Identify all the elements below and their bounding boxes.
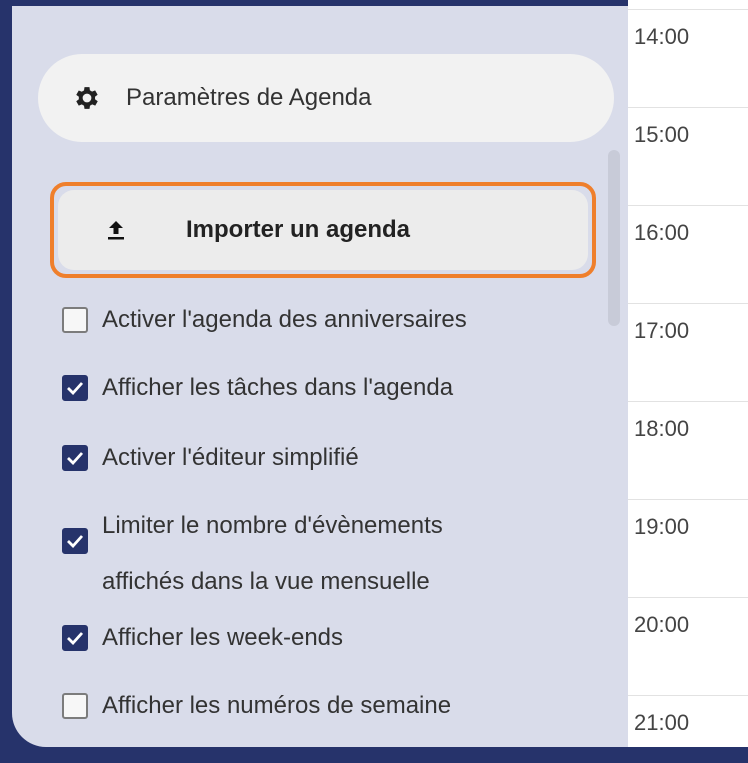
checkbox-checked[interactable] [62, 625, 88, 651]
option-label-line2: affichés dans la vue mensuelle [102, 568, 430, 595]
option-label: Afficher les tâches dans l'agenda [102, 374, 454, 401]
sidebar-scrollbar[interactable] [608, 150, 620, 326]
hour-label: 16:00 [634, 220, 690, 245]
hour-label: 17:00 [634, 318, 690, 343]
hour-divider [628, 401, 748, 402]
calendar-settings-button[interactable]: Paramètres de Agenda [38, 54, 614, 142]
bottom-frame [628, 747, 748, 763]
import-calendar-button[interactable]: Importer un agenda [58, 190, 588, 270]
upload-icon [104, 218, 128, 242]
checkmark-icon [67, 382, 84, 395]
hour-divider [628, 205, 748, 206]
hour-divider [628, 695, 748, 696]
checkbox-checked[interactable] [62, 445, 88, 471]
option-limit-events[interactable]: Limiter le nombre d'évènements affichés … [62, 498, 443, 610]
calendar-time-column[interactable]: 14:00 15:00 16:00 17:00 18:00 19:00 20:0… [628, 0, 748, 763]
option-label-line1: Limiter le nombre d'évènements [102, 512, 443, 539]
option-label: Activer l'éditeur simplifié [102, 444, 359, 471]
hour-label: 14:00 [634, 24, 690, 49]
hour-divider [628, 597, 748, 598]
gear-icon [72, 83, 102, 113]
option-label: Afficher les numéros de semaine [102, 692, 452, 719]
checkmark-icon [67, 452, 84, 465]
option-birthday-calendar[interactable]: Activer l'agenda des anniversaires [62, 306, 467, 334]
checkbox-checked[interactable] [62, 375, 88, 401]
option-show-weekends[interactable]: Afficher les week-ends [62, 624, 343, 652]
calendar-settings-label: Paramètres de Agenda [126, 84, 372, 111]
checkbox-unchecked[interactable] [62, 693, 88, 719]
option-label: Activer l'agenda des anniversaires [102, 306, 467, 333]
hour-divider [628, 499, 748, 500]
hour-label: 15:00 [634, 122, 690, 147]
checkmark-icon [67, 632, 84, 645]
hour-label: 21:00 [634, 710, 690, 735]
option-label: Afficher les week-ends [102, 624, 344, 651]
checkbox-checked[interactable] [62, 528, 88, 554]
checkbox-unchecked[interactable] [62, 307, 88, 333]
calendar-settings-panel: Paramètres de Agenda Importer un agenda … [12, 6, 628, 747]
option-show-tasks[interactable]: Afficher les tâches dans l'agenda [62, 374, 453, 402]
hour-divider [628, 9, 748, 10]
checkmark-icon [67, 535, 84, 548]
hour-divider [628, 303, 748, 304]
option-simplified-editor[interactable]: Activer l'éditeur simplifié [62, 444, 359, 472]
import-calendar-label: Importer un agenda [186, 216, 411, 243]
hour-label: 20:00 [634, 612, 690, 637]
hour-divider [628, 107, 748, 108]
hour-label: 18:00 [634, 416, 690, 441]
option-week-numbers[interactable]: Afficher les numéros de semaine [62, 692, 451, 720]
hour-label: 19:00 [634, 514, 690, 539]
